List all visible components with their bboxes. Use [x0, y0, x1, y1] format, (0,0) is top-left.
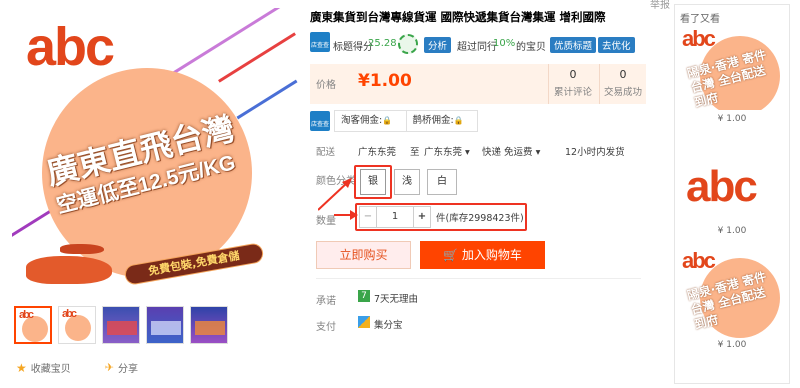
cart-icon: 🛒 — [443, 248, 459, 262]
recommend-item-1[interactable]: abc 陽泉·香港 寄件台灣 全台配送到府 — [680, 26, 784, 110]
favorite-button[interactable]: ★ 收藏宝贝 — [16, 360, 71, 376]
queqiao-commission[interactable]: 鹊桥佣金:🔒 — [407, 111, 478, 131]
exceed-value: 10% — [493, 38, 516, 49]
reviews-count: 0 — [569, 68, 577, 81]
optimize-button[interactable]: 去优化 — [598, 37, 635, 53]
thumbnail-5[interactable] — [190, 306, 228, 344]
recommend-price: ¥ 1.00 — [717, 226, 747, 236]
reviews-label: 累计评论 — [553, 87, 592, 98]
score-label: 标题得分 — [333, 42, 373, 53]
analysis-button[interactable]: 分析 — [424, 37, 452, 53]
decor-stripe — [171, 8, 283, 76]
share-button[interactable]: ✈ 分享 — [105, 360, 138, 375]
ship-to-select[interactable]: 广东东莞 ▾ — [424, 144, 470, 158]
sidebar-title: 看了又看 — [680, 14, 720, 25]
seven-day-icon: 7 — [358, 290, 370, 302]
option-light[interactable]: 浅 — [394, 169, 420, 195]
thumbnail-4[interactable] — [146, 306, 184, 344]
quantity-plus-button[interactable]: + — [413, 206, 431, 228]
commission-box: 淘客佣金:🔒 鹊桥佣金:🔒 — [334, 110, 478, 132]
pay-value: 集分宝 — [374, 320, 403, 331]
score-seal-icon — [398, 34, 418, 54]
dianchacha-icon: 店查查 — [310, 32, 330, 52]
jifenbao-icon — [358, 316, 370, 328]
score-value: 25.28 — [368, 38, 397, 49]
thumbnail-3[interactable] — [102, 306, 140, 344]
taoke-commission[interactable]: 淘客佣金:🔒 — [335, 111, 407, 131]
bottom-actions: ★ 收藏宝贝 ✈ 分享 — [16, 360, 138, 376]
plane-wing — [60, 244, 104, 254]
price-panel: 价格 ¥1.00 0 累计评论 0 交易成功 — [310, 64, 646, 104]
decor-stripe — [218, 32, 296, 83]
share-icon: ✈ — [104, 361, 114, 374]
option-silver[interactable]: 银 — [360, 169, 386, 195]
caret-down-icon: ▾ — [535, 147, 541, 158]
option-white[interactable]: 白 — [427, 169, 457, 195]
add-to-cart-button[interactable]: 🛒 加入购物车 — [420, 241, 545, 269]
trades-count: 0 — [619, 68, 627, 81]
thumbnail-strip: abc abc — [14, 306, 228, 344]
recommend-item-2[interactable]: abc — [680, 150, 784, 226]
quantity-minus-button[interactable]: − — [359, 206, 377, 228]
pay-label: 支付 — [316, 322, 336, 333]
quantity-label: 数量 — [316, 216, 336, 227]
product-title: 廣東集貨到台灣專線貨運 國際快遞集貨台灣集運 增利國際 — [310, 10, 606, 24]
promise-value: 7天无理由 — [374, 294, 419, 305]
exceed-label: 超过同行 — [457, 42, 497, 53]
thumbnail-1[interactable]: abc — [14, 306, 52, 344]
recommend-price: ¥ 1.00 — [717, 114, 747, 124]
dianchacha-icon: 店查查 — [310, 111, 330, 131]
quantity-input[interactable]: 1 — [377, 206, 413, 228]
decor-stripe — [236, 79, 298, 120]
ship-time: 12小时内发货 — [565, 147, 625, 158]
exceed-suffix: 的宝贝 — [516, 42, 546, 53]
trades-label: 交易成功 — [603, 87, 642, 98]
recommend-price: ¥ 1.00 — [717, 340, 747, 350]
promise-label: 承诺 — [316, 296, 336, 307]
lock-icon: 🔒 — [382, 116, 393, 125]
star-icon: ★ — [16, 360, 27, 375]
price-label: 价格 — [316, 80, 336, 91]
ship-from: 广东东莞 — [358, 147, 397, 158]
price-value: ¥1.00 — [358, 71, 412, 91]
ship-method-select[interactable]: 快递 免运费 ▾ — [482, 144, 540, 158]
brand-logo: abc — [26, 17, 115, 77]
recommend-item-3[interactable]: abc 陽泉·香港 寄件台灣 全台配送到府 — [680, 248, 784, 338]
ship-to-word: 至 — [410, 147, 420, 158]
buy-now-button[interactable]: 立即购买 — [316, 241, 411, 269]
thumbnail-2[interactable]: abc — [58, 306, 96, 344]
caret-down-icon: ▾ — [465, 147, 470, 158]
shipping-label: 配送 — [316, 147, 336, 158]
main-product-image: abc 廣東直飛台灣 空運低至12.5元/KG 免費包裝,免費倉儲 — [12, 8, 300, 290]
lock-icon: 🔒 — [453, 116, 464, 125]
plane-illustration — [26, 256, 112, 284]
excellent-title-chip[interactable]: 优质标题 — [550, 37, 597, 53]
stock-text: 件(库存2998423件) — [436, 213, 524, 224]
